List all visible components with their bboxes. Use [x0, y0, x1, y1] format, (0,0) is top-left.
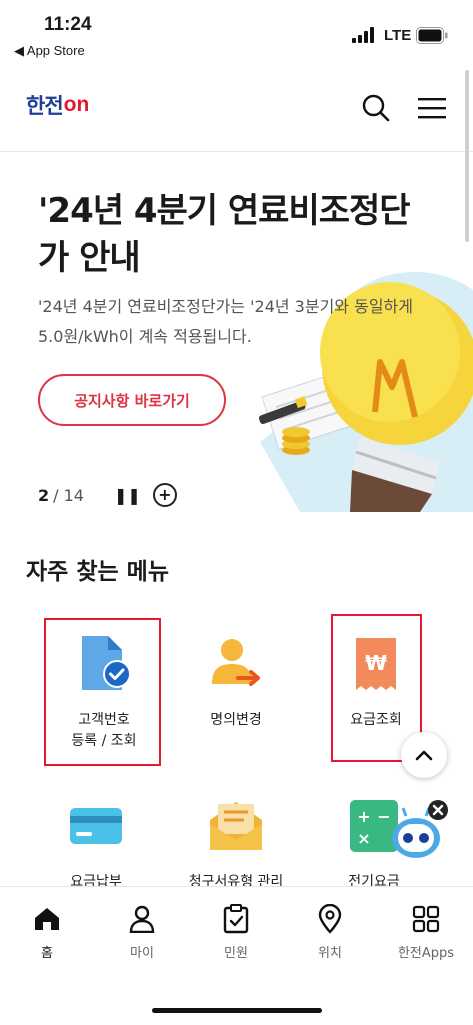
tab-my-label: 마이	[130, 946, 154, 961]
tab-civil-service[interactable]: 민원	[196, 903, 276, 961]
tab-my[interactable]: 마이	[102, 903, 182, 961]
network-type: LTE	[384, 27, 412, 44]
tab-location[interactable]: 위치	[290, 903, 370, 961]
home-icon	[35, 908, 59, 930]
kepco-on-logo[interactable]: 한전 on	[26, 90, 89, 120]
tab-home-label: 홈	[41, 946, 53, 961]
back-to-app-store[interactable]: ◀ App Store	[14, 43, 85, 59]
tab-location-label: 위치	[318, 946, 342, 961]
main-banner[interactable]: '24년 4분기 연료비조정단가 안내 '24년 4분기 연료비조정단가는 '2…	[0, 152, 473, 532]
scrollbar[interactable]	[465, 70, 469, 242]
menu-bill-payment[interactable]: 요금납부	[38, 794, 154, 893]
status-bar: 11:24 ◀ App Store LTE	[0, 0, 473, 66]
person-icon	[129, 905, 155, 933]
home-indicator[interactable]	[152, 1008, 322, 1013]
svg-text:×: ×	[357, 829, 370, 848]
bottom-tab-bar: 홈 마이 민원 위치 한전Apps	[0, 886, 473, 1025]
person-transfer-icon	[212, 639, 260, 686]
tab-kepco-apps[interactable]: 한전Apps	[386, 903, 466, 961]
tab-kepco-apps-label: 한전Apps	[397, 946, 455, 961]
clipboard-icon	[223, 904, 249, 934]
apps-grid-icon	[412, 905, 440, 933]
chevron-up-icon	[415, 750, 433, 761]
battery-icon	[416, 27, 448, 44]
plus-icon[interactable]: +	[152, 483, 177, 507]
logo-text: 한전	[26, 95, 64, 118]
frequent-menu-title: 자주 찾는 메뉴	[26, 559, 169, 585]
menu-button[interactable]	[414, 90, 450, 126]
menu-name-change-label: 명의변경	[210, 712, 262, 728]
pager-total: / 14	[53, 485, 84, 505]
scroll-to-top-button[interactable]	[401, 732, 447, 778]
pause-icon[interactable]: ❚❚	[114, 486, 141, 505]
chatbot-robot-icon[interactable]	[388, 798, 450, 862]
signal-icon	[352, 27, 374, 43]
search-button[interactable]	[358, 90, 394, 126]
envelope-letter-icon	[210, 802, 262, 850]
tab-home[interactable]: 홈	[7, 903, 87, 961]
banner-title: '24년 4분기 연료비조정단가 안내	[38, 191, 411, 278]
highlight-box	[44, 618, 161, 766]
menu-name-change[interactable]: 명의변경	[178, 632, 294, 731]
tab-civil-service-label: 민원	[224, 946, 248, 961]
location-icon	[318, 904, 342, 934]
app-header: 한전 on	[0, 66, 473, 152]
menu-bill-type[interactable]: 청구서유형 관리	[178, 794, 294, 893]
banner-description: '24년 4분기 연료비조정단가는 '24년 3분기와 동일하게 5.0원/kW…	[38, 297, 413, 346]
credit-card-icon	[70, 808, 122, 844]
search-icon	[362, 94, 390, 122]
pager-current: 2	[38, 485, 50, 505]
svg-text:+: +	[357, 807, 370, 826]
banner-pager: 2 / 14 ❚❚ +	[38, 483, 177, 507]
hamburger-menu-icon	[418, 98, 446, 119]
logo-on-text: on	[63, 93, 90, 116]
status-time: 11:24	[44, 14, 92, 35]
notice-shortcut-button[interactable]: 공지사항 바로가기	[38, 374, 226, 426]
